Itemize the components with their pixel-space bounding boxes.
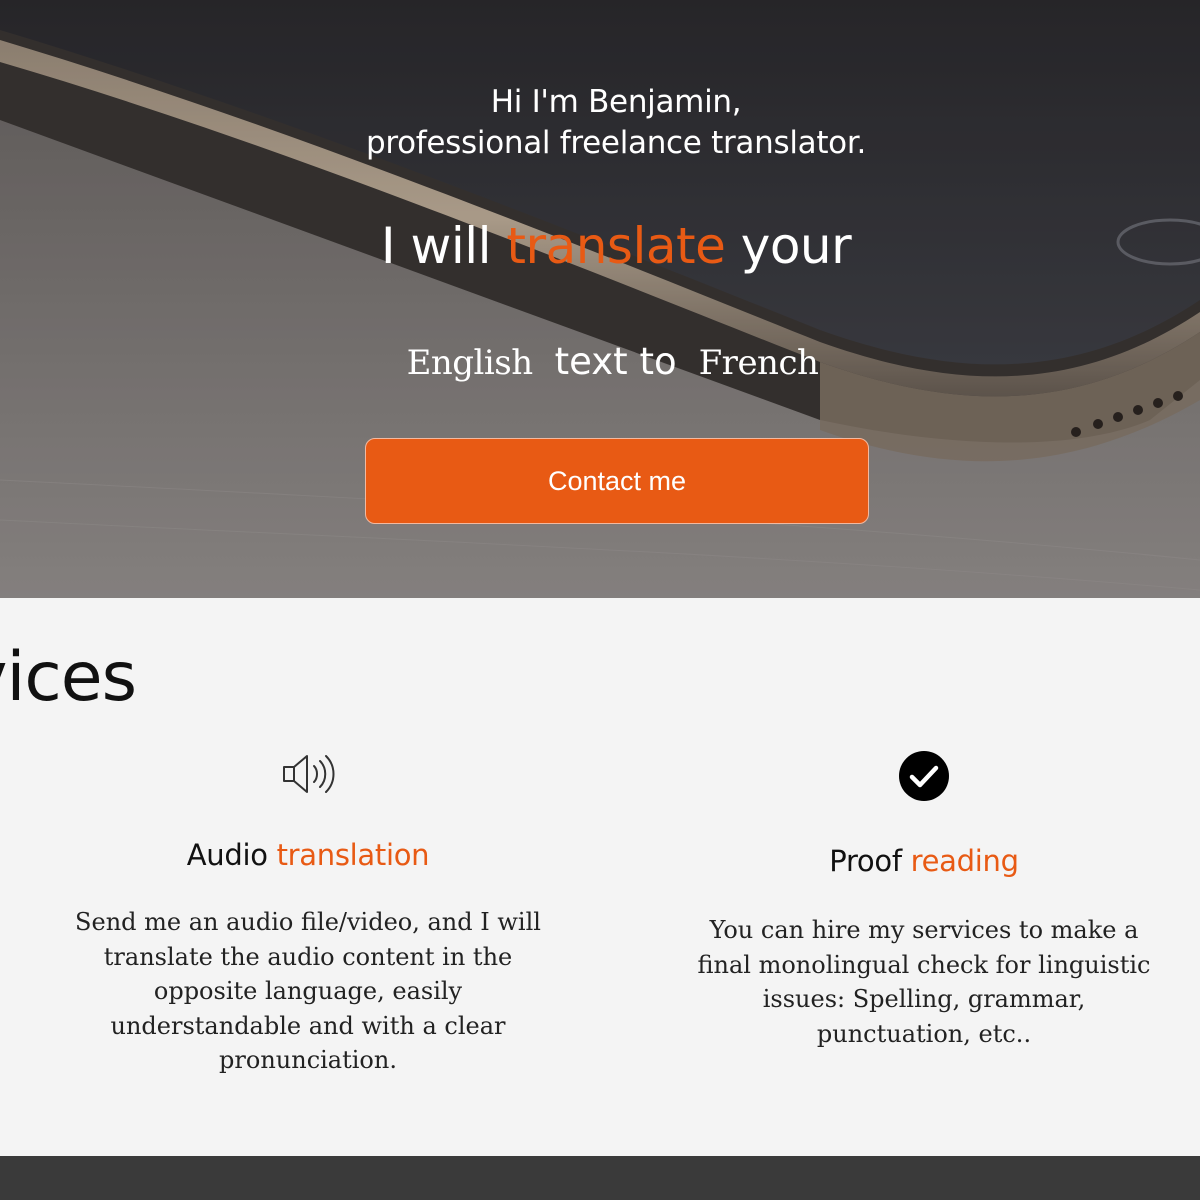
tagline-prefix: I will xyxy=(380,217,507,275)
tagline-accent-word: translate xyxy=(506,217,726,275)
service-title-accent: reading xyxy=(910,844,1019,878)
service-title-accent: translation xyxy=(276,838,430,872)
service-title-plain: Audio xyxy=(186,838,277,872)
service-title: Proof reading xyxy=(674,842,1174,880)
checkmark-circle-icon xyxy=(674,750,1174,802)
tagline: I will translate your xyxy=(0,216,1200,276)
footer-band xyxy=(0,1156,1200,1200)
service-description: Send me an audio file/video, and I will … xyxy=(75,908,541,1074)
source-language: English xyxy=(406,343,534,383)
tagline-suffix: your xyxy=(725,217,852,275)
service-title: Audio translation xyxy=(58,836,558,874)
service-card-proof-reading: Proof reading You can hire my services t… xyxy=(674,748,1174,1051)
contact-me-button[interactable]: Contact me xyxy=(365,438,869,524)
services-section: Services Audio translation Send me an au… xyxy=(0,598,1200,1156)
services-heading: Services xyxy=(0,638,137,717)
intro-role: professional freelance translator. xyxy=(365,125,866,161)
hero-section: Hi I'm Benjamin, professional freelance … xyxy=(0,0,1200,598)
language-pair: English text to French xyxy=(0,338,1200,387)
intro-text: Hi I'm Benjamin, professional freelance … xyxy=(0,82,1200,164)
service-card-audio-translation: Audio translation Send me an audio file/… xyxy=(58,748,558,1078)
speaker-icon xyxy=(58,748,558,800)
service-description: You can hire my services to make a final… xyxy=(697,916,1151,1048)
intro-greeting: Hi I'm Benjamin, xyxy=(490,84,742,120)
language-connector: text to xyxy=(554,340,677,383)
service-title-plain: Proof xyxy=(829,844,911,878)
target-language: French xyxy=(698,343,819,383)
